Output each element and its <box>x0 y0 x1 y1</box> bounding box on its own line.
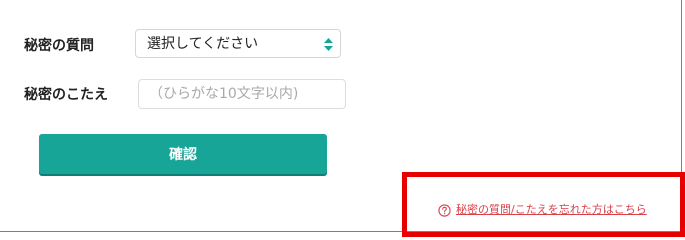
secret-question-selected-value: 選択してください <box>147 36 259 52</box>
forgot-secret-link[interactable]: 秘密の質問/こたえを忘れた方はこちら <box>438 203 647 217</box>
secret-question-label: 秘密の質問 <box>24 38 94 54</box>
secret-answer-label: 秘密のこたえ <box>24 87 108 103</box>
secret-answer-input[interactable] <box>138 79 346 109</box>
select-caret-icon <box>324 38 333 51</box>
forgot-secret-link-text: 秘密の質問/こたえを忘れた方はこちら <box>456 203 647 216</box>
question-circle-icon <box>438 203 451 217</box>
secret-question-select[interactable]: 選択してください <box>135 29 341 58</box>
confirm-button[interactable]: 確認 <box>39 134 327 174</box>
